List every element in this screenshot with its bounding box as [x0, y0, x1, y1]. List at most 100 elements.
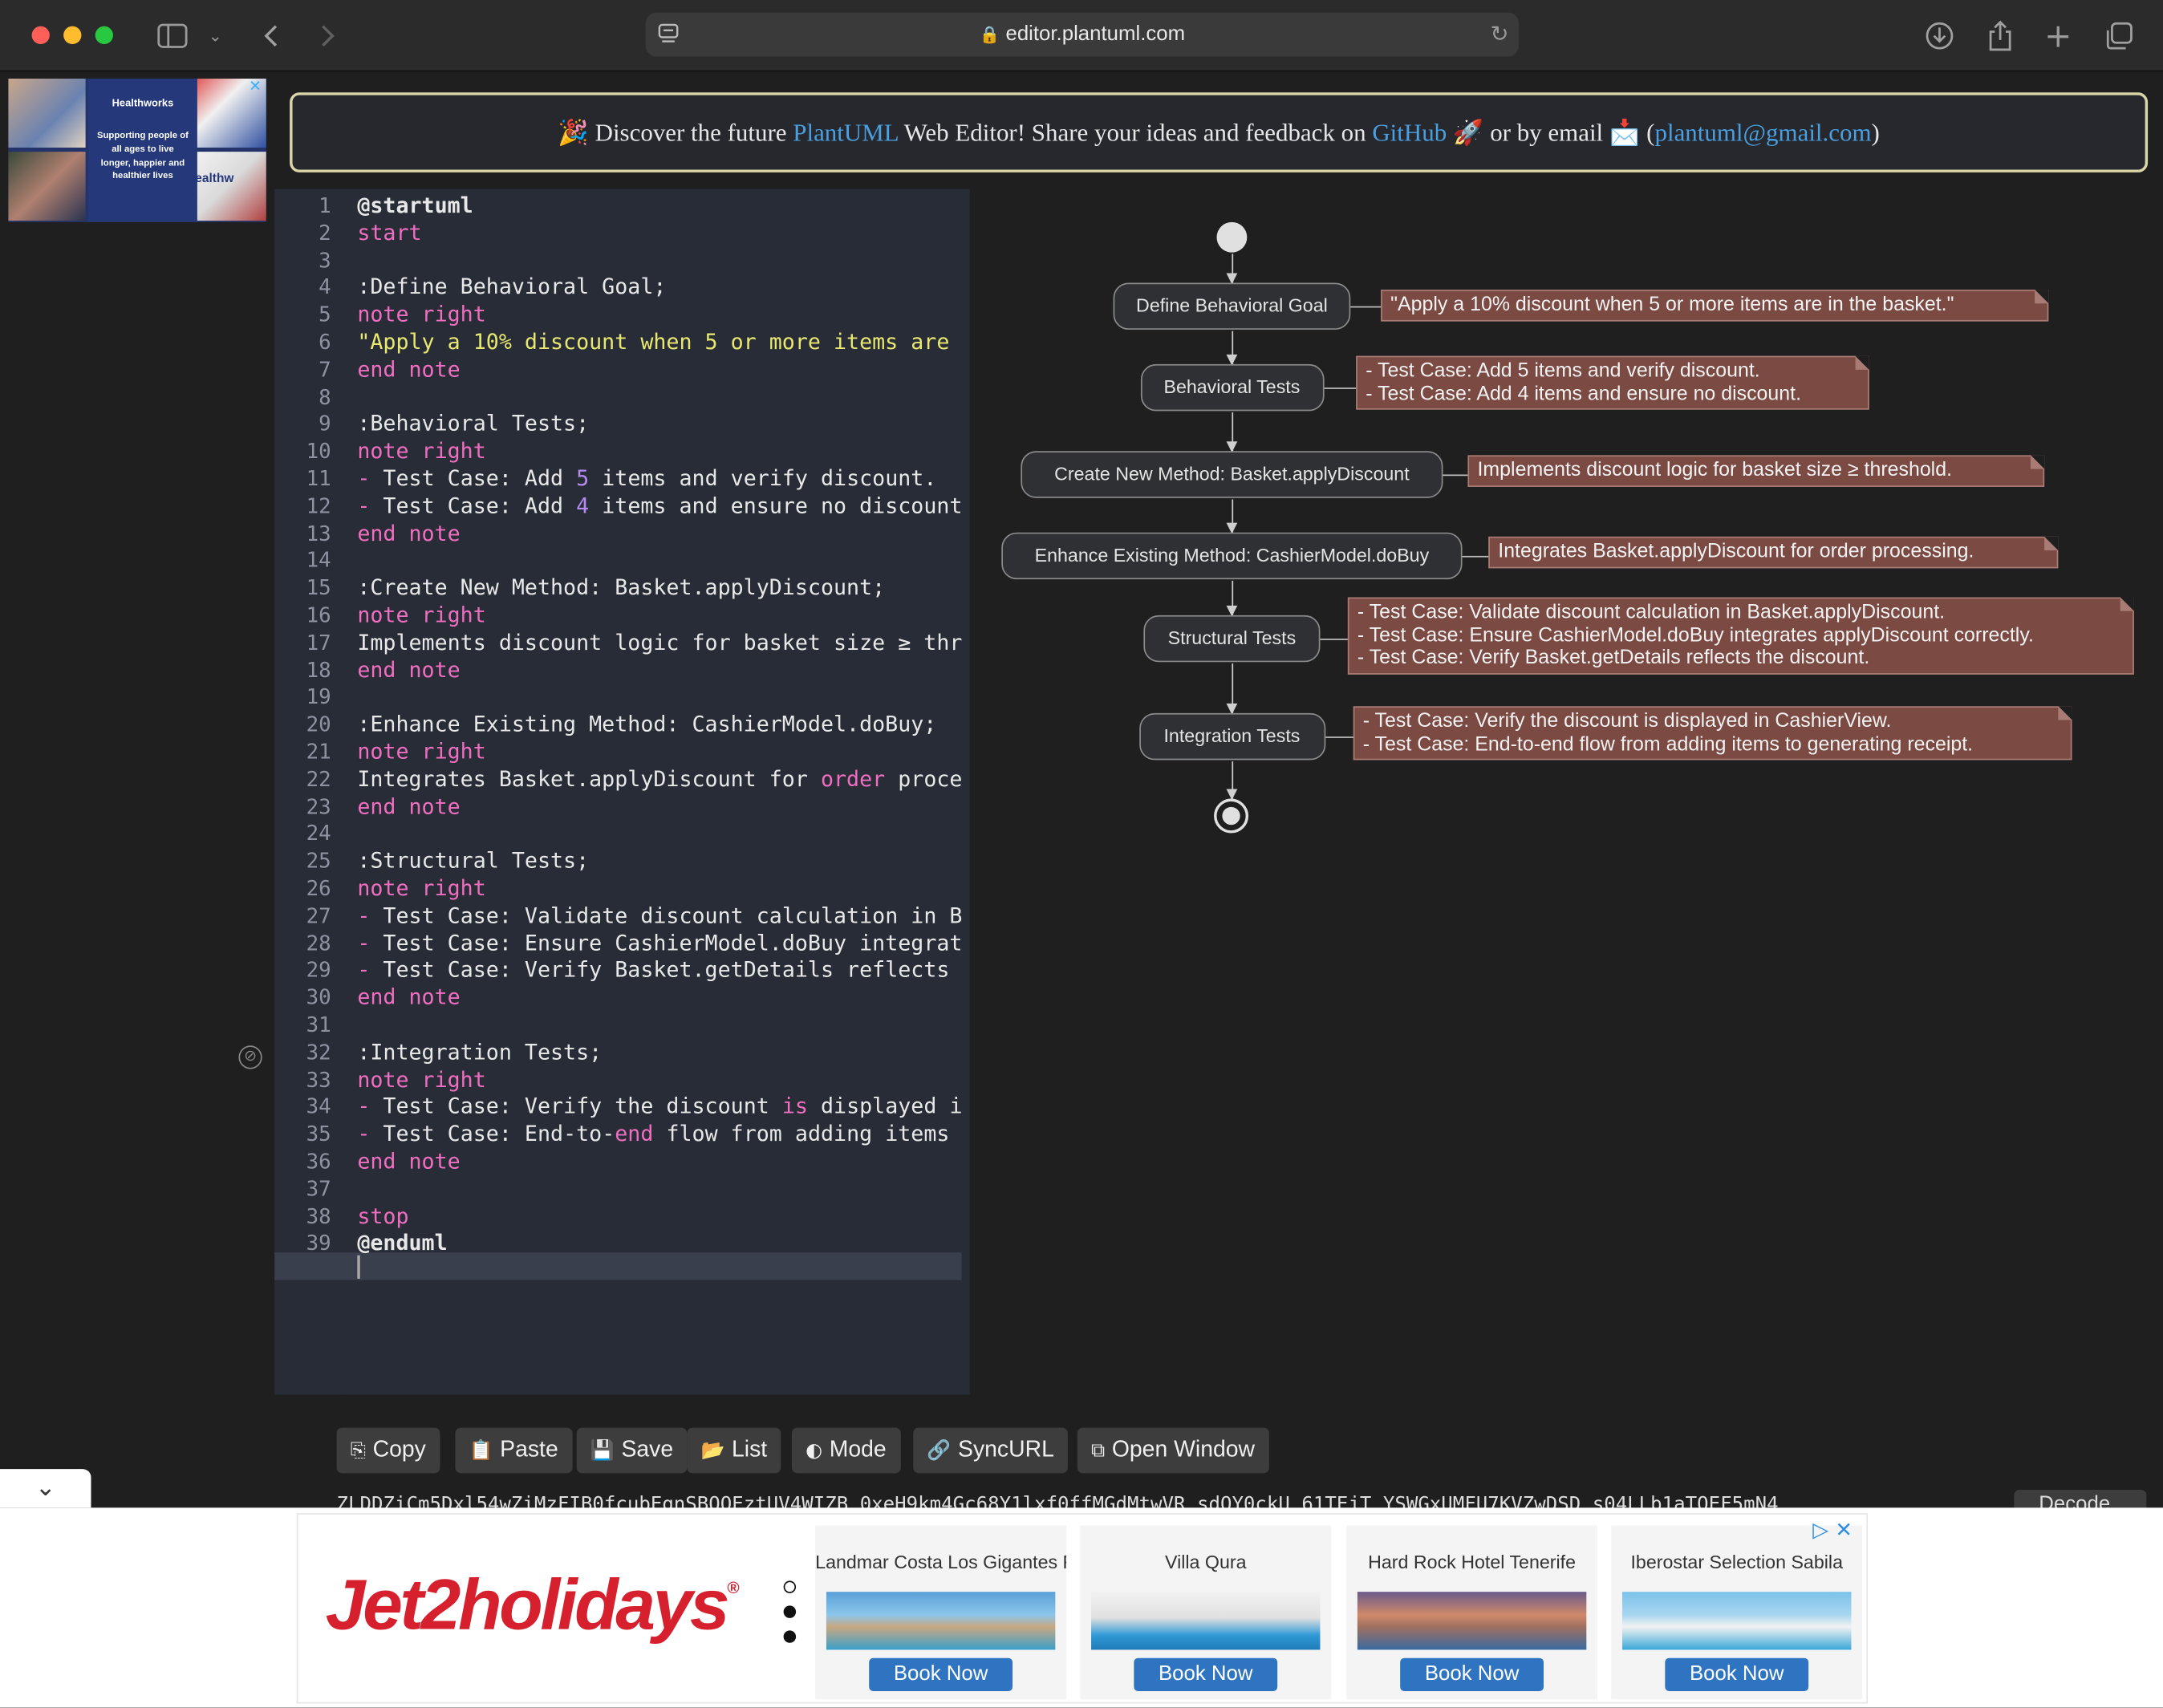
code-line[interactable]: - Test Case: Verify the discount is disp… — [357, 1094, 962, 1119]
disable-icon[interactable]: ⊘ — [238, 1045, 262, 1069]
book-now-button[interactable]: Book Now — [1400, 1657, 1544, 1691]
code-line[interactable]: :Integration Tests; — [357, 1040, 602, 1065]
book-now-button[interactable]: Book Now — [869, 1657, 1013, 1691]
code-line[interactable]: note right — [357, 602, 485, 627]
flow-arrow — [1226, 580, 1238, 617]
zoom-window-button[interactable] — [95, 26, 113, 45]
sidebar-icon[interactable] — [155, 17, 191, 55]
hotel-card[interactable]: Villa Qura Book Now — [1080, 1525, 1332, 1700]
adchoices-icon[interactable]: ▷ ✕ — [1812, 1517, 1853, 1542]
close-window-button[interactable] — [31, 26, 50, 45]
line-number: 16 — [306, 602, 331, 628]
new-tab-icon[interactable]: + — [2042, 17, 2075, 55]
screen: ⌄ 🔒 editor.plantuml.com ↻ + Healthw Heal… — [0, 0, 2163, 1708]
active-line-highlight — [274, 1252, 962, 1280]
minimize-window-button[interactable] — [63, 26, 82, 45]
mode-label: Mode — [829, 1437, 887, 1463]
code-line[interactable]: note right — [357, 302, 485, 327]
code-line[interactable]: :Define Behavioral Goal; — [357, 275, 666, 300]
code-line[interactable]: stop — [357, 1203, 408, 1228]
hotel-card[interactable]: Hard Rock Hotel Tenerife Book Now — [1346, 1525, 1598, 1700]
line-number: 24 — [306, 821, 331, 846]
hotel-photo — [1357, 1592, 1587, 1650]
forward-icon[interactable] — [315, 17, 342, 55]
hotel-photo — [1622, 1592, 1852, 1650]
email-link[interactable]: plantuml@gmail.com — [1655, 119, 1872, 146]
code-line[interactable]: note right — [357, 740, 485, 765]
code-line[interactable]: - Test Case: Add 4 items and ensure no d… — [357, 493, 962, 518]
chevron-down-icon[interactable]: ⌄ — [204, 17, 226, 55]
download-icon[interactable] — [1923, 17, 1956, 55]
copy-button[interactable]: ⎘ Copy — [336, 1427, 440, 1474]
note-connector — [1320, 639, 1348, 640]
code-line[interactable]: - Test Case: Verify Basket.getDetails re… — [357, 958, 962, 983]
activity-note: - Test Case: Add 5 items and verify disc… — [1356, 355, 1869, 410]
code-line[interactable]: note right — [357, 439, 485, 464]
activity-note: Implements discount logic for basket siz… — [1467, 455, 2045, 487]
code-line[interactable]: end note — [357, 985, 460, 1010]
book-now-button[interactable]: Book Now — [1134, 1657, 1278, 1691]
encoded-url-field[interactable]: ZLDDZiCm5Dxl54wZiMzFIB0fcubEgnSBQOEztUV4… — [337, 1490, 1992, 1509]
left-ad[interactable]: Healthw Healthworks Supporting people of… — [8, 79, 266, 222]
code-line[interactable]: note right — [357, 1067, 485, 1092]
open-window-button[interactable]: ⧉ Open Window — [1077, 1427, 1269, 1474]
code-editor[interactable]: 1 2 3 4 5 6 7 8 9 10 11 12 13 14 15 16 17 18 19 20 21 22 23 24 2… — [274, 189, 970, 1395]
code-line[interactable]: end note — [357, 357, 460, 382]
collapse-ad-chevron-icon[interactable]: ⌄ — [0, 1469, 91, 1508]
code-line[interactable]: @startuml — [357, 193, 473, 218]
paste-icon: 📋 — [469, 1440, 493, 1463]
carousel-dot[interactable] — [783, 1630, 797, 1643]
activity-note: - Test Case: Verify the discount is disp… — [1353, 706, 2072, 761]
code-line[interactable]: - Test Case: Add 5 items and verify disc… — [357, 466, 936, 491]
line-number: 2 — [319, 220, 331, 245]
hotel-card[interactable]: Iberostar Selection Sabila Book Now — [1611, 1525, 1863, 1700]
code-line[interactable]: end note — [357, 521, 460, 546]
code-line[interactable]: "Apply a 10% discount when 5 or more ite… — [357, 330, 949, 355]
github-link[interactable]: GitHub — [1372, 119, 1447, 146]
hotel-card[interactable]: Landmar Costa Los Gigantes Fa... Book Now — [815, 1525, 1067, 1700]
decode-button[interactable]: Decode — [2014, 1489, 2147, 1510]
diagram-preview: Define Behavioral Goal "Apply a 10% disco… — [972, 189, 2159, 1395]
back-icon[interactable] — [257, 17, 284, 55]
code-line[interactable]: - Test Case: End-to-end flow from adding… — [357, 1122, 962, 1146]
jet2-ad[interactable]: Jet2holidays® Landmar Costa Los Gigantes… — [296, 1513, 1869, 1704]
code-line[interactable]: end note — [357, 657, 460, 682]
code-line[interactable]: :Structural Tests; — [357, 849, 589, 874]
code-line[interactable]: @enduml — [357, 1231, 447, 1256]
code-line[interactable]: end note — [357, 794, 460, 819]
paste-button[interactable]: 📋 Paste — [455, 1427, 572, 1474]
list-button[interactable]: 📂 List — [687, 1427, 781, 1474]
reload-icon[interactable]: ↻ — [1486, 15, 1513, 54]
book-now-button[interactable]: Book Now — [1665, 1657, 1809, 1691]
code-line[interactable]: Integrates Basket.applyDiscount for orde… — [357, 767, 962, 792]
activity-note: "Apply a 10% discount when 5 or more ite… — [1381, 290, 2049, 321]
save-button[interactable]: 💾 Save — [576, 1427, 688, 1474]
mode-button[interactable]: ◐ Mode — [791, 1427, 900, 1474]
flow-arrow — [1226, 663, 1238, 715]
code-line[interactable]: :Create New Method: Basket.applyDiscount… — [357, 575, 885, 600]
save-label: Save — [621, 1437, 674, 1463]
carousel-dot[interactable] — [783, 1580, 797, 1593]
code-line[interactable]: - Test Case: Validate discount calculati… — [357, 903, 962, 928]
ad-close-icon[interactable]: ✕ — [247, 79, 264, 95]
browser-toolbar: ⌄ 🔒 editor.plantuml.com ↻ + — [0, 0, 2163, 72]
carousel-dot[interactable] — [783, 1605, 797, 1618]
share-icon[interactable] — [1983, 17, 2016, 55]
address-bar[interactable]: 🔒 editor.plantuml.com ↻ — [645, 12, 1520, 57]
ad-center-panel: Healthworks Supporting people of all age… — [88, 79, 197, 222]
code-line[interactable]: end note — [357, 1149, 460, 1174]
tabs-overview-icon[interactable] — [2102, 17, 2135, 55]
note-connector — [1323, 387, 1357, 389]
line-number: 15 — [306, 575, 331, 601]
code-line[interactable]: :Enhance Existing Method: CashierModel.d… — [357, 712, 936, 737]
line-number: 23 — [306, 793, 331, 819]
plantuml-link[interactable]: PlantUML — [793, 119, 898, 146]
code-line[interactable]: - Test Case: Ensure CashierModel.doBuy i… — [357, 931, 962, 955]
code-line[interactable]: start — [357, 221, 421, 245]
code-line[interactable]: note right — [357, 876, 485, 901]
code-line[interactable]: :Behavioral Tests; — [357, 412, 589, 436]
flow-arrow — [1226, 761, 1238, 801]
syncurl-button[interactable]: 🔗 SyncURL — [913, 1427, 1069, 1474]
code-line[interactable]: Implements discount logic for basket siz… — [357, 630, 962, 655]
rocket-icon: 🚀 — [1452, 118, 1484, 148]
